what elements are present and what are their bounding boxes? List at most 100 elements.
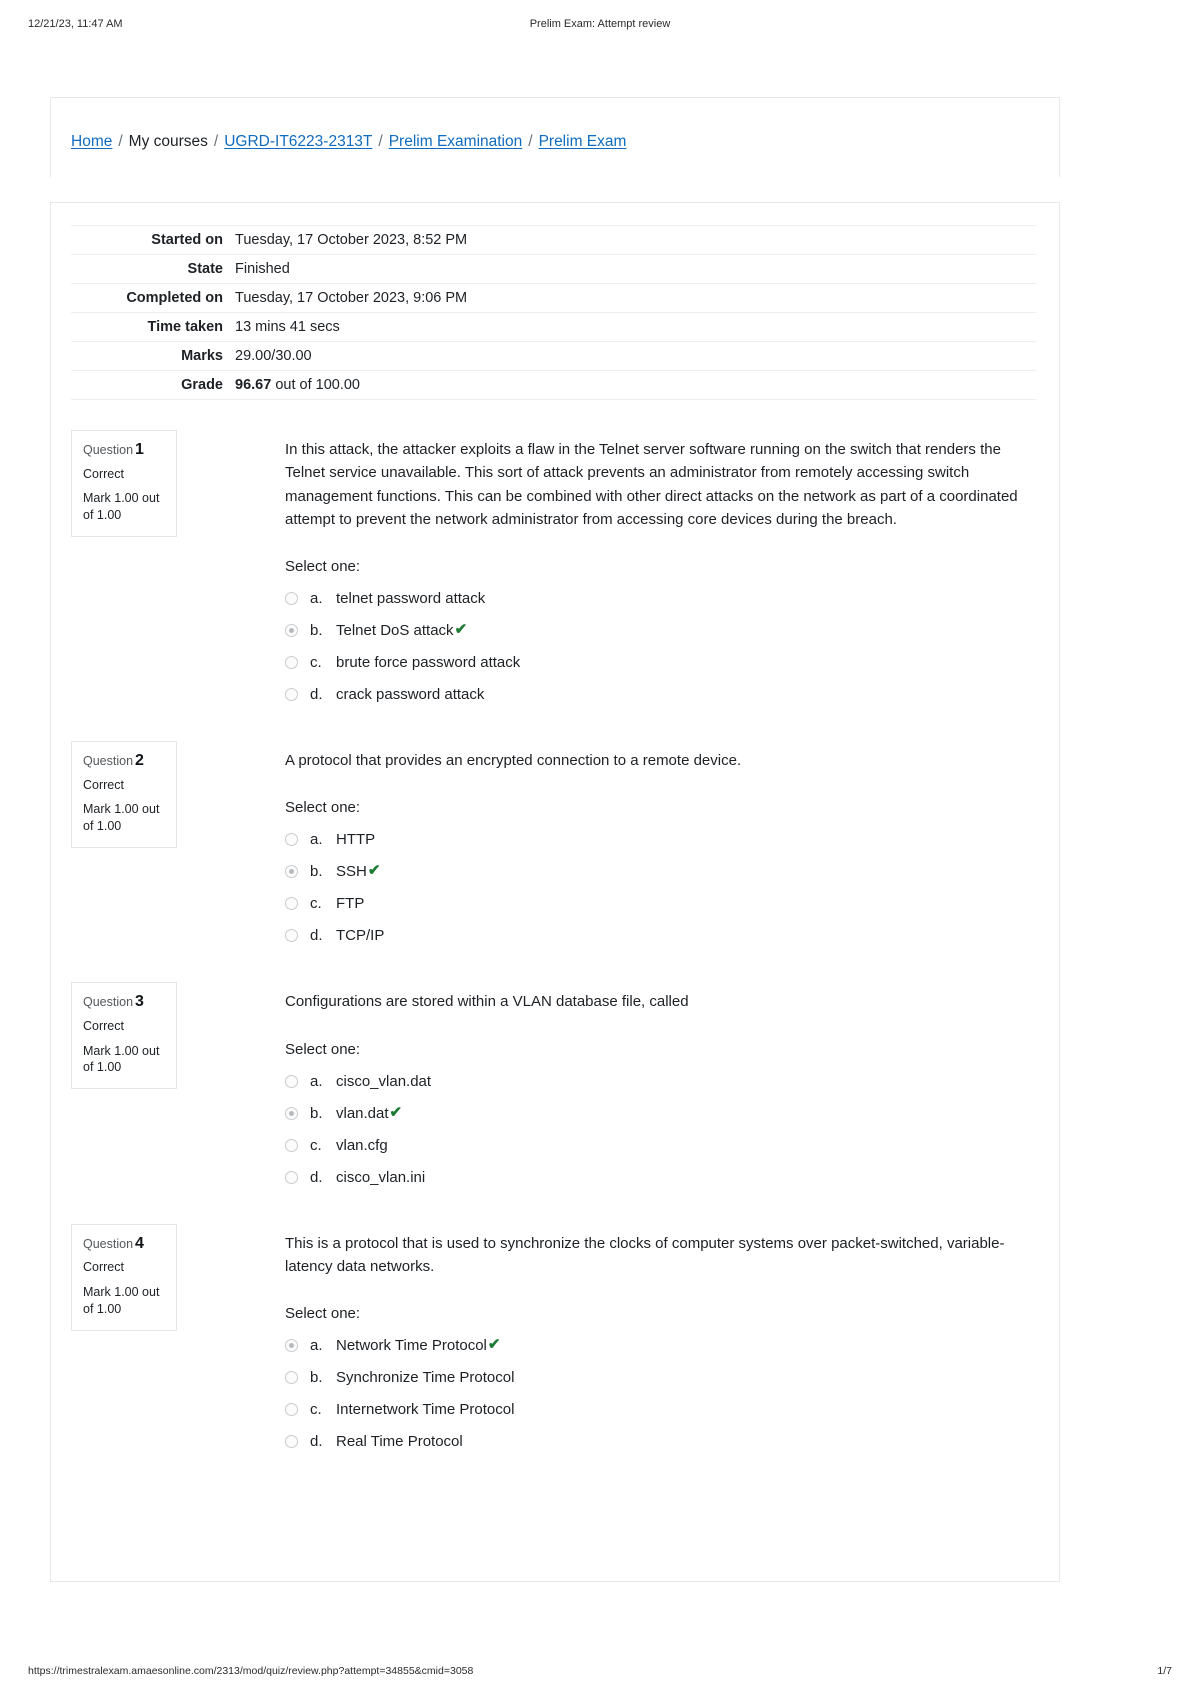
- option-text: SSH: [336, 863, 367, 881]
- answer-option[interactable]: d. TCP/IP: [285, 920, 1039, 952]
- correct-answer-check-icon: ✔: [389, 1103, 403, 1121]
- question-block: Question 1 Correct Mark 1.00 out of 1.00 In …: [71, 430, 1039, 711]
- answer-option[interactable]: a. cisco_vlan.dat: [285, 1066, 1039, 1098]
- question-number: 2: [135, 752, 144, 769]
- option-letter: c.: [310, 1136, 322, 1154]
- radio-button-icon[interactable]: [285, 929, 298, 943]
- summary-row-value: 13 mins 41 secs: [235, 319, 340, 335]
- question-text: A protocol that provides an encrypted co…: [285, 752, 742, 769]
- page-content: Home / My courses / UGRD-IT6223-2313T / Prelim…: [50, 97, 1060, 1582]
- summary-row-value: Finished: [235, 261, 290, 277]
- answer-options: a. HTTP b. SSH ✔ c. FTP d. TCP/IP: [285, 824, 1039, 952]
- option-text: brute force password attack: [336, 654, 521, 671]
- question-mark: Mark 1.00 out of 1.00: [83, 1043, 160, 1075]
- answer-options: a. telnet password attack b. Telnet DoS att…: [285, 583, 1039, 711]
- question-label: Question: [83, 995, 134, 1010]
- option-text: crack password attack: [336, 686, 485, 703]
- answer-option[interactable]: c. Internetwork Time Protocol: [285, 1394, 1039, 1426]
- summary-row-label: Started on: [151, 232, 223, 248]
- answer-option[interactable]: c. vlan.cfg: [285, 1130, 1039, 1162]
- radio-button-selected-icon[interactable]: [285, 865, 298, 879]
- option-text: cisco_vlan.dat: [336, 1072, 432, 1090]
- question-block: Question 2 Correct Mark 1.00 out of 1.00 A p…: [71, 741, 1039, 952]
- answer-option[interactable]: b. vlan.dat ✔: [285, 1098, 1039, 1130]
- question-number-line: Question 3: [83, 993, 165, 1011]
- radio-button-icon[interactable]: [285, 897, 298, 911]
- option-letter: c.: [310, 654, 322, 671]
- answer-option[interactable]: a. Network Time Protocol ✔: [285, 1330, 1039, 1362]
- question-state: Correct: [83, 1018, 124, 1033]
- breadcrumb-link-section[interactable]: Prelim Examination: [389, 133, 523, 150]
- breadcrumb-link-course[interactable]: UGRD-IT6223-2313T: [224, 133, 372, 150]
- radio-button-icon[interactable]: [285, 1371, 298, 1384]
- option-text: Synchronize Time Protocol: [336, 1369, 515, 1386]
- option-letter: b.: [310, 1104, 323, 1122]
- print-header: 12/21/23, 11:47 AM Prelim Exam: Attempt …: [0, 18, 1200, 34]
- question-info-box: Question 2 Correct Mark 1.00 out of 1.00: [71, 741, 177, 849]
- breadcrumb-separator-1: /: [118, 133, 123, 150]
- question-info-box: Question 3 Correct Mark 1.00 out of 1.00: [71, 982, 177, 1090]
- question-number-line: Question 2: [83, 752, 165, 770]
- question-mark: Mark 1.00 out of 1.00: [83, 491, 160, 523]
- option-text: cisco_vlan.ini: [336, 1168, 426, 1186]
- answer-option[interactable]: a. HTTP: [285, 824, 1039, 856]
- option-text: telnet password attack: [336, 590, 486, 607]
- option-text: FTP: [336, 895, 365, 913]
- answer-option[interactable]: b. Synchronize Time Protocol: [285, 1362, 1039, 1394]
- answer-option[interactable]: d. crack password attack: [285, 679, 1039, 711]
- option-letter: b.: [310, 863, 323, 881]
- summary-row: Started on Tuesday, 17 October 2023, 8:52…: [71, 225, 1036, 255]
- answer-option[interactable]: d. Real Time Protocol: [285, 1426, 1039, 1458]
- summary-row-label: Completed on: [126, 290, 223, 306]
- option-letter: c.: [310, 1401, 322, 1418]
- radio-button-icon[interactable]: [285, 1435, 298, 1448]
- select-one-label: Select one:: [285, 1305, 361, 1322]
- option-text: Internetwork Time Protocol: [336, 1401, 515, 1418]
- questions-list: Question 1 Correct Mark 1.00 out of 1.00 In …: [71, 430, 1039, 1458]
- question-body: A protocol that provides an encrypted co…: [285, 741, 1039, 952]
- summary-row: State Finished: [71, 254, 1036, 284]
- option-letter: d.: [310, 1433, 323, 1450]
- radio-button-selected-icon[interactable]: [285, 624, 298, 637]
- radio-button-icon[interactable]: [285, 656, 298, 669]
- print-footer-page-number: 1/7: [1157, 1665, 1172, 1677]
- answer-option[interactable]: d. cisco_vlan.ini: [285, 1162, 1039, 1194]
- radio-button-icon[interactable]: [285, 688, 298, 701]
- breadcrumb-link-activity[interactable]: Prelim Exam: [539, 133, 627, 150]
- answer-option[interactable]: c. FTP: [285, 888, 1039, 920]
- radio-button-icon[interactable]: [285, 1138, 298, 1152]
- answer-option[interactable]: a. telnet password attack: [285, 583, 1039, 615]
- print-footer-url: https://trimestralexam.amaesonline.com/2…: [28, 1665, 474, 1677]
- question-mark: Mark 1.00 out of 1.00: [83, 802, 160, 834]
- select-one-label: Select one:: [285, 799, 361, 817]
- summary-row: Completed on Tuesday, 17 October 2023, 9:…: [71, 283, 1036, 313]
- correct-answer-check-icon: ✔: [454, 621, 468, 638]
- option-letter: c.: [310, 895, 322, 913]
- option-letter: a.: [310, 1072, 323, 1090]
- select-one-label: Select one:: [285, 1040, 361, 1058]
- radio-button-icon[interactable]: [285, 1074, 298, 1088]
- summary-grade-label: Grade: [181, 377, 223, 393]
- radio-button-icon[interactable]: [285, 833, 298, 847]
- question-info-box: Question 4 Correct Mark 1.00 out of 1.00: [71, 1223, 177, 1331]
- attempt-review-card: Started on Tuesday, 17 October 2023, 8:52…: [50, 202, 1060, 1582]
- option-text: HTTP: [336, 831, 376, 849]
- breadcrumb-link-home[interactable]: Home: [71, 133, 112, 150]
- radio-button-icon[interactable]: [285, 1403, 298, 1416]
- option-text: Real Time Protocol: [336, 1433, 463, 1450]
- answer-option[interactable]: b. SSH ✔: [285, 856, 1039, 888]
- breadcrumb: Home / My courses / UGRD-IT6223-2313T / Prelim…: [71, 134, 626, 150]
- radio-button-selected-icon[interactable]: [285, 1106, 298, 1120]
- question-body: In this attack, the attacker exploits a …: [285, 430, 1039, 711]
- breadcrumb-card: Home / My courses / UGRD-IT6223-2313T / Prelim…: [50, 97, 1060, 177]
- answer-option[interactable]: b. Telnet DoS attack ✔: [285, 615, 1039, 647]
- radio-button-selected-icon[interactable]: [285, 1339, 298, 1352]
- question-number-line: Question 1: [83, 441, 165, 459]
- answer-option[interactable]: c. brute force password attack: [285, 647, 1039, 679]
- breadcrumb-separator-2: /: [213, 133, 219, 150]
- radio-button-icon[interactable]: [285, 592, 298, 605]
- attempt-summary-body: Started on Tuesday, 17 October 2023, 8:52…: [71, 225, 1036, 400]
- option-letter: d.: [310, 1168, 323, 1186]
- question-body: Configurations are stored within a VLAN …: [285, 982, 1039, 1193]
- radio-button-icon[interactable]: [285, 1170, 298, 1184]
